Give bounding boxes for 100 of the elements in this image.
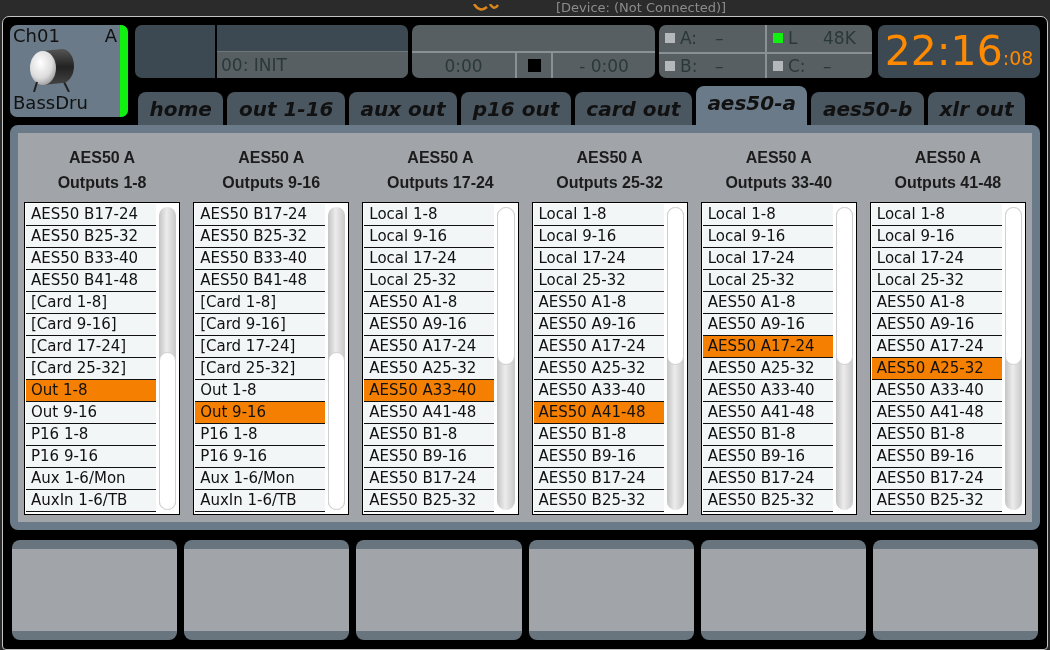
soft-key-button[interactable] [700,540,866,640]
scrollbar-thumb[interactable] [328,352,346,510]
scrollbar-track[interactable] [497,207,515,510]
scrollbar-thumb[interactable] [835,207,853,365]
list-item[interactable]: AES50 A41-48 [702,402,833,424]
list-item[interactable]: Out 9-16 [26,402,156,424]
list-item[interactable]: AES50 B1-8 [533,424,664,446]
list-item[interactable]: AES50 B9-16 [533,446,664,468]
list-item[interactable]: AES50 A1-8 [871,292,1002,314]
list-item[interactable]: [Card 17-24] [26,336,156,358]
list-item[interactable]: AES50 B25-32 [195,226,326,248]
list-item[interactable]: AES50 A41-48 [871,402,1002,424]
list-item[interactable]: Local 25-32 [364,270,495,292]
list-item[interactable]: AES50 A33-40 [364,380,495,402]
list-item[interactable]: AuxIn 1-6/TB [26,490,156,512]
list-item[interactable]: Local 9-16 [702,226,833,248]
list-item[interactable]: AES50 B25-32 [533,490,664,512]
list-item[interactable]: [Card 25-32] [195,358,326,380]
list-item[interactable]: AES50 A33-40 [533,380,664,402]
list-item[interactable]: [Card 1-8] [195,292,326,314]
list-item[interactable]: AES50 A9-16 [533,314,664,336]
list-item[interactable]: Local 17-24 [871,248,1002,270]
list-item[interactable]: AES50 A1-8 [364,292,495,314]
list-item[interactable]: AES50 B1-8 [364,424,495,446]
scrollbar-track[interactable] [1004,207,1022,510]
list-item[interactable]: AES50 A25-32 [871,358,1002,380]
list-item[interactable]: Out 1-8 [195,380,326,402]
list-item[interactable]: AES50 B9-16 [702,446,833,468]
list-item[interactable]: AES50 A17-24 [533,336,664,358]
scrollbar-thumb[interactable] [1004,207,1022,365]
list-item[interactable]: Local 1-8 [871,204,1002,226]
list-item[interactable]: AES50 B17-24 [364,468,495,490]
list-item[interactable]: AES50 A1-8 [702,292,833,314]
list-item[interactable]: P16 1-8 [26,424,156,446]
list-item[interactable]: [Card 25-32] [26,358,156,380]
list-item[interactable]: AES50 B17-24 [702,468,833,490]
list-item[interactable]: Local 17-24 [364,248,495,270]
list-item[interactable]: AES50 A25-32 [702,358,833,380]
list-item[interactable]: AES50 A41-48 [364,402,495,424]
list-item[interactable]: AES50 A25-32 [364,358,495,380]
list-item[interactable]: AES50 B9-16 [364,446,495,468]
list-item[interactable]: AES50 A25-32 [533,358,664,380]
list-item[interactable]: Local 25-32 [871,270,1002,292]
list-item[interactable]: AES50 B25-32 [702,490,833,512]
list-item[interactable]: [Card 1-8] [26,292,156,314]
list-item[interactable]: AES50 B17-24 [26,204,156,226]
list-item[interactable]: AES50 A17-24 [871,336,1002,358]
list-item[interactable]: AES50 A9-16 [364,314,495,336]
scrollbar-track[interactable] [666,207,684,510]
list-item[interactable]: Local 1-8 [702,204,833,226]
list-item[interactable]: AES50 A17-24 [702,336,833,358]
list-item[interactable]: P16 9-16 [26,446,156,468]
list-item[interactable]: Local 25-32 [533,270,664,292]
list-item[interactable]: AES50 A9-16 [702,314,833,336]
list-item[interactable]: Out 1-8 [26,380,156,402]
list-item[interactable]: AES50 B9-16 [871,446,1002,468]
list-item[interactable]: Out 9-16 [195,402,326,424]
soft-key-button[interactable] [872,540,1038,640]
list-item[interactable]: Local 1-8 [533,204,664,226]
list-item[interactable]: AES50 A41-48 [533,402,664,424]
scrollbar-track[interactable] [835,207,853,510]
list-item[interactable]: AES50 A33-40 [702,380,833,402]
scrollbar-thumb[interactable] [159,352,177,510]
list-item[interactable]: AES50 B33-40 [195,248,326,270]
list-item[interactable]: P16 9-16 [195,446,326,468]
list-item[interactable]: AES50 B41-48 [26,270,156,292]
list-item[interactable]: AES50 B1-8 [702,424,833,446]
list-item[interactable]: Local 9-16 [871,226,1002,248]
soft-key-button[interactable] [528,540,694,640]
list-item[interactable]: AuxIn 1-6/TB [195,490,326,512]
list-item[interactable]: AES50 B17-24 [195,204,326,226]
scrollbar-thumb[interactable] [497,207,515,365]
list-item[interactable]: AES50 B25-32 [26,226,156,248]
list-item[interactable]: [Card 9-16] [26,314,156,336]
tab[interactable]: aes50-a [695,86,808,125]
list-item[interactable]: AES50 A1-8 [533,292,664,314]
list-item[interactable]: P16 1-8 [195,424,326,446]
scrollbar-track[interactable] [328,207,346,510]
list-item[interactable]: AES50 B25-32 [364,490,495,512]
list-item[interactable]: AES50 A17-24 [364,336,495,358]
list-item[interactable]: Local 9-16 [364,226,495,248]
list-item[interactable]: Local 9-16 [533,226,664,248]
list-item[interactable]: Aux 1-6/Mon [195,468,326,490]
list-item[interactable]: AES50 A33-40 [871,380,1002,402]
soft-key-button[interactable] [184,540,350,640]
list-item[interactable]: AES50 B41-48 [195,270,326,292]
list-item[interactable]: AES50 B33-40 [26,248,156,270]
list-item[interactable]: Local 17-24 [702,248,833,270]
stop-icon[interactable] [527,59,541,72]
list-item[interactable]: [Card 17-24] [195,336,326,358]
list-item[interactable]: Aux 1-6/Mon [26,468,156,490]
list-item[interactable]: [Card 9-16] [195,314,326,336]
soft-key-button[interactable] [12,540,178,640]
scrollbar-track[interactable] [159,207,177,510]
list-item[interactable]: Local 25-32 [702,270,833,292]
list-item[interactable]: AES50 B25-32 [871,490,1002,512]
list-item[interactable]: AES50 A9-16 [871,314,1002,336]
list-item[interactable]: AES50 B17-24 [871,468,1002,490]
list-item[interactable]: AES50 B1-8 [871,424,1002,446]
list-item[interactable]: Local 17-24 [533,248,664,270]
